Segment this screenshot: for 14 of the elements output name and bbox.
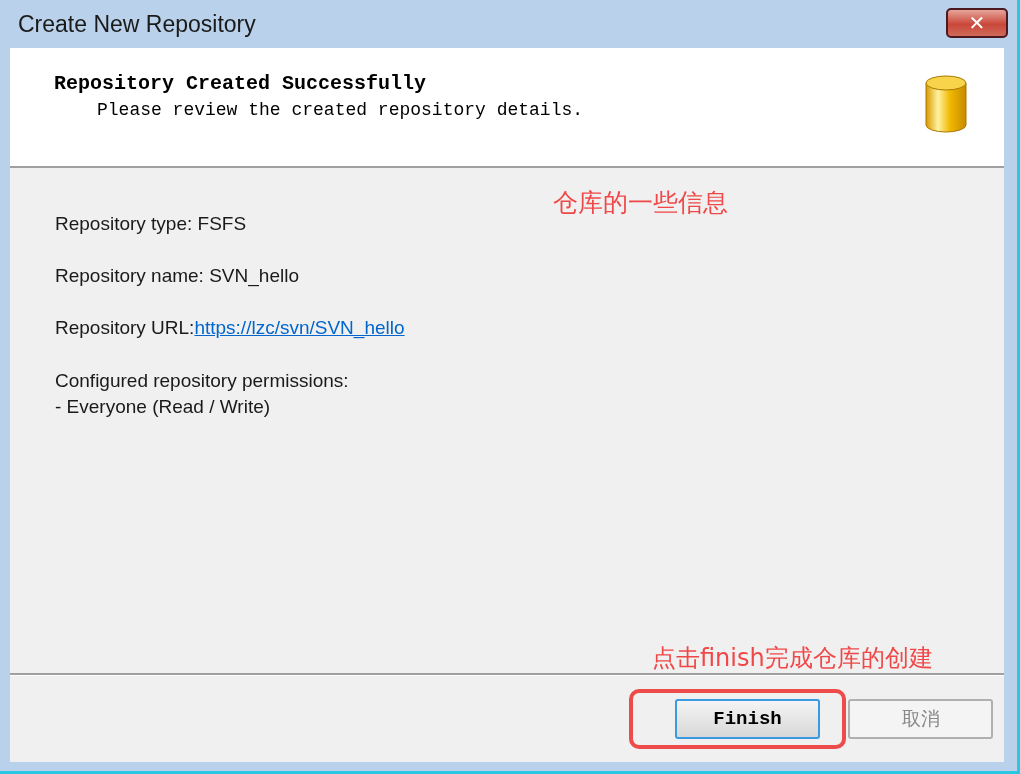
detail-text: Repository type: FSFS (55, 212, 248, 235)
page-title: Repository Created Successfully (54, 72, 428, 95)
detail-text: Configured repository permissions: (55, 369, 350, 393)
repository-link[interactable]: https://lzc/svn/SVN_hello (194, 317, 405, 338)
database-icon (924, 75, 968, 133)
permission-entry: - Everyone (Read / Write) (55, 395, 272, 419)
detail-text: Repository name: SVN_hello (55, 264, 300, 287)
annotation-text: 点击finish完成仓库的创建 (652, 643, 933, 674)
annotation-text: 仓库的一些信息 (553, 187, 728, 219)
detail-label: Repository URL: (55, 317, 195, 338)
close-button[interactable]: ✕ (946, 8, 1008, 38)
dialog-button[interactable]: Finish (675, 699, 820, 739)
page-subtitle: Please review the created repository details. (97, 100, 584, 120)
window-title: Create New Repository (18, 10, 256, 38)
